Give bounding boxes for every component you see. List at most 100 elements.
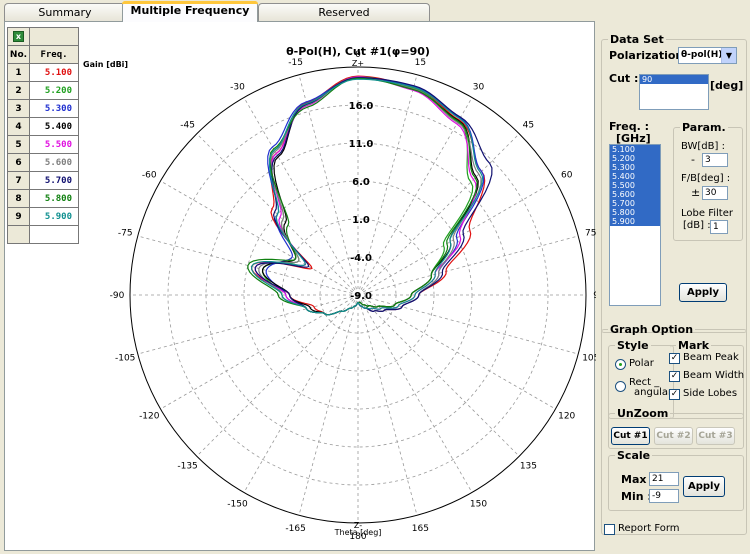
freq-list-item[interactable]: 5.800 (610, 208, 660, 217)
frequency-table: x No. Freq. 1 5.100 2 5.200 3 5.300 4 5.400 5 5.5… (7, 27, 79, 244)
row-number: 5 (8, 136, 30, 153)
bw-input[interactable]: 3 (702, 153, 728, 167)
polar-grid-spoke (243, 294, 359, 493)
angle-tick-label: -135 (177, 461, 197, 471)
cut-listbox[interactable]: 90 (639, 74, 709, 110)
angle-tick-label: 45 (523, 121, 534, 131)
radial-tick-label: -4.0 (350, 253, 372, 264)
angle-tick-label: -60 (142, 171, 157, 181)
fb-prefix: ± (691, 186, 701, 199)
bw-label: BW[dB] : (681, 141, 725, 152)
radial-tick-label: 16.0 (349, 101, 374, 112)
polar-label: Polar (629, 358, 654, 369)
mark-legend: Mark (678, 339, 710, 352)
polar-grid-spoke (357, 294, 556, 410)
fb-label: F/B[deg] : (681, 173, 731, 184)
style-legend: Style (617, 339, 649, 352)
polar-grid-spoke (298, 294, 359, 516)
row-frequency: 5.400 (30, 118, 79, 135)
cut-label: Cut : (609, 72, 639, 85)
tab-bar: Summary Multiple Frequency Reserved (0, 0, 750, 22)
plot-panel: 0153045607590105120135150165180-165-150-… (4, 21, 596, 551)
angle-tick-label: 15 (415, 58, 426, 68)
angle-tick-label: -75 (118, 229, 133, 239)
angle-tick-label: 30 (473, 82, 485, 92)
table-row-empty (8, 226, 79, 244)
table-row[interactable]: 4 5.400 (8, 118, 79, 136)
cut1-button[interactable]: Cut #1 (611, 427, 650, 445)
angle-tick-label: 105 (582, 353, 596, 363)
polar-chart: 0153045607590105120135150165180-165-150-… (83, 45, 596, 542)
row-frequency: 5.800 (30, 190, 79, 207)
rectangular-radio[interactable] (615, 381, 626, 392)
angle-tick-label: -45 (180, 121, 195, 131)
row-frequency: 5.100 (30, 64, 79, 81)
beam-peak-label: Beam Peak (683, 352, 739, 363)
angle-tick-label: -30 (230, 82, 245, 92)
freq-list-item[interactable]: 5.300 (610, 163, 660, 172)
cut-list-item[interactable]: 90 (640, 75, 708, 84)
scale-legend: Scale (617, 449, 651, 462)
tab-multiple-frequency[interactable]: Multiple Frequency (122, 1, 258, 22)
table-row[interactable]: 7 5.700 (8, 172, 79, 190)
series-curve-5.500 (254, 76, 477, 316)
max-input[interactable]: 21 (649, 472, 679, 486)
polarization-select[interactable]: θ-pol(H) ▼ (678, 47, 737, 64)
beam-width-label: Beam Width (683, 370, 745, 381)
row-frequency: 5.300 (30, 100, 79, 117)
freq-list-item[interactable]: 5.500 (610, 181, 660, 190)
table-row[interactable]: 3 5.300 (8, 100, 79, 118)
row-number: 8 (8, 190, 30, 207)
table-row[interactable]: 1 5.100 (8, 64, 79, 82)
angle-tick-label: 75 (585, 229, 596, 239)
scale-apply-button[interactable]: Apply (683, 476, 725, 497)
side-lobes-checkbox[interactable]: ✓ (669, 389, 680, 400)
freq-listbox[interactable]: 5.100 5.200 5.300 5.400 5.500 5.600 5.700 5.800… (609, 144, 661, 306)
min-label: Min : (621, 490, 652, 503)
unzoom-legend: UnZoom (617, 407, 669, 420)
excel-icon: x (13, 31, 24, 42)
freq-list-item[interactable]: 5.700 (610, 199, 660, 208)
angle-tick-label: 90 (593, 291, 596, 301)
lobe-filter-input[interactable]: 1 (710, 220, 728, 234)
cut3-button[interactable]: Cut #3 (696, 427, 735, 445)
polar-grid-spoke (137, 294, 359, 355)
freq-list-item[interactable]: 5.200 (610, 154, 660, 163)
table-row[interactable]: 2 5.200 (8, 82, 79, 100)
freq-list-item[interactable]: 5.400 (610, 172, 660, 181)
report-form-label: Report Form (618, 523, 680, 534)
beam-width-checkbox[interactable]: ✓ (669, 371, 680, 382)
tab-summary[interactable]: Summary (4, 3, 126, 22)
apply-button[interactable]: Apply (679, 283, 727, 302)
polar-grid-spoke (160, 294, 359, 410)
table-header: No. Freq. (8, 46, 79, 64)
lobe-filter-label: Lobe Filter (681, 208, 733, 219)
cut-unit: [deg] (710, 79, 744, 92)
excel-export-button[interactable]: x (8, 28, 30, 45)
fb-input[interactable]: 30 (702, 186, 728, 200)
param-legend: Param. (682, 121, 726, 134)
row-frequency: 5.500 (30, 136, 79, 153)
beam-peak-checkbox[interactable]: ✓ (669, 353, 680, 364)
row-frequency: 5.700 (30, 172, 79, 189)
radial-tick-label: 6.0 (352, 177, 370, 188)
freq-list-item[interactable]: 5.900 (610, 217, 660, 226)
angle-tick-label: 120 (558, 412, 575, 422)
series-curve-5.800 (247, 77, 478, 316)
freq-list-item[interactable]: 5.600 (610, 190, 660, 199)
table-row[interactable]: 6 5.600 (8, 154, 79, 172)
min-input[interactable]: -9 (649, 489, 679, 503)
freq-list-item[interactable]: 5.100 (610, 145, 660, 154)
report-form-checkbox[interactable] (604, 524, 615, 535)
cut2-button[interactable]: Cut #2 (654, 427, 693, 445)
row-number: 7 (8, 172, 30, 189)
row-number: 2 (8, 82, 30, 99)
polar-radio[interactable] (615, 359, 626, 370)
table-row[interactable]: 9 5.900 (8, 208, 79, 226)
side-lobes-label: Side Lobes (683, 388, 738, 399)
table-row[interactable]: 5 5.500 (8, 136, 79, 154)
row-frequency: 5.200 (30, 82, 79, 99)
table-row[interactable]: 8 5.800 (8, 190, 79, 208)
tab-reserved[interactable]: Reserved (258, 3, 430, 22)
row-frequency: 5.600 (30, 154, 79, 171)
